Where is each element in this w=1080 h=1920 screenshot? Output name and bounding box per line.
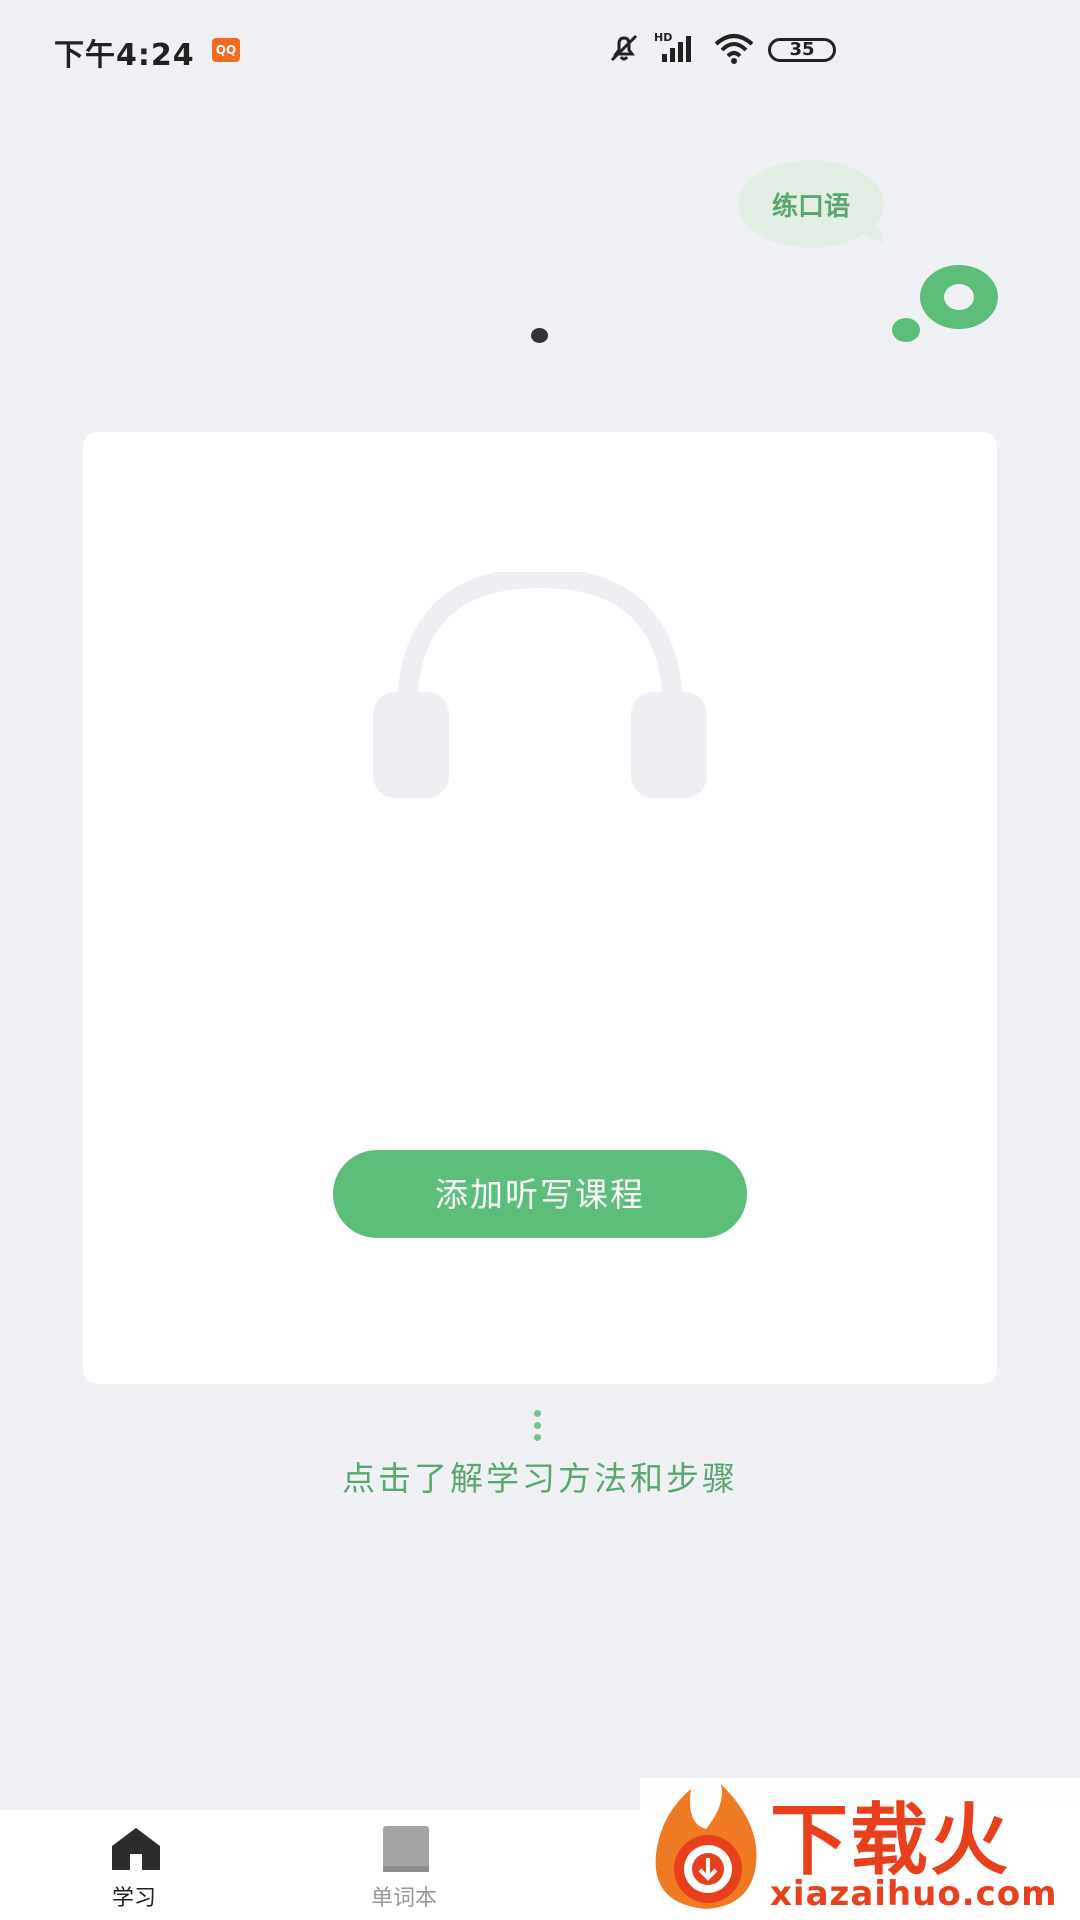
wifi-icon [714, 34, 754, 64]
headphones-icon [373, 572, 707, 798]
mute-icon [610, 34, 638, 62]
book-icon [383, 1826, 429, 1872]
signal-icon: HD [654, 31, 691, 62]
status-icons: HD 35 [0, 30, 1080, 70]
network-label: HD [654, 31, 672, 44]
battery-indicator: 35 [768, 38, 836, 62]
course-card: 添加听写课程 [83, 432, 997, 1384]
home-icon [112, 1828, 160, 1870]
add-dictation-course-button[interactable]: 添加听写课程 [333, 1150, 747, 1238]
more-dots-icon [534, 1410, 542, 1446]
ring-decoration [920, 265, 998, 329]
flame-logo-icon [655, 1784, 757, 1909]
nav-label-study: 学习 [111, 1886, 156, 1911]
watermark-logo: 下载火 xiazaihuo.com [640, 1778, 1080, 1920]
nav-label-wordbook: 单词本 [370, 1886, 437, 1911]
nav-item-study[interactable]: 学习 [34, 1810, 234, 1920]
nav-item-wordbook[interactable]: 单词本 [304, 1810, 504, 1920]
status-bar: 下午4:24 QQ HD 35 [0, 0, 1080, 100]
watermark-url: xiazaihuo.com [770, 1874, 1058, 1914]
learn-method-link[interactable]: 点击了解学习方法和步骤 [0, 1452, 1080, 1500]
page-indicator [531, 328, 548, 343]
dot-decoration [892, 318, 920, 342]
speaking-practice-label: 练口语 [771, 192, 850, 222]
